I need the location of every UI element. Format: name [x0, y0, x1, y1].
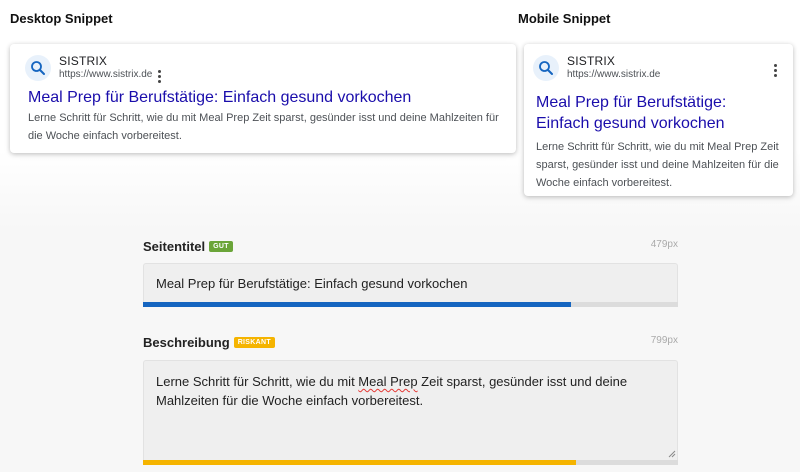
site-name: SISTRIX — [567, 54, 616, 68]
snippet-title-link[interactable]: Meal Prep für Berufstätige: Einfach gesu… — [28, 87, 508, 108]
snippet-description: Lerne Schritt für Schritt, wie du mit Me… — [536, 141, 779, 189]
description-length-meter — [143, 460, 678, 465]
search-icon — [25, 55, 51, 81]
title-length-meter — [143, 302, 678, 307]
site-name: SISTRIX — [59, 54, 108, 68]
status-badge-good: GUT — [209, 241, 233, 252]
site-url: https://www.sistrix.de — [567, 69, 661, 80]
description-pixel-count: 799px — [650, 335, 678, 346]
more-options-icon[interactable] — [772, 64, 778, 77]
mobile-snippet-heading: Mobile Snippet — [518, 11, 611, 26]
more-options-icon[interactable] — [156, 70, 162, 83]
description-field-label: Beschreibung RISKANT — [143, 335, 275, 350]
description-text-start: Lerne Schritt für Schritt, wie du mit — [156, 374, 359, 389]
mobile-snippet-card: SISTRIX https://www.sistrix.de Meal Prep… — [524, 44, 793, 196]
title-input[interactable]: Meal Prep für Berufstätige: Einfach gesu… — [143, 263, 678, 302]
resize-handle-icon[interactable] — [668, 450, 676, 458]
title-field-label: Seitentitel GUT — [143, 239, 233, 254]
description-textarea[interactable]: Lerne Schritt für Schritt, wie du mit Me… — [143, 360, 678, 460]
snippet-title-link[interactable]: Meal Prep für Berufstätige: Einfach gesu… — [536, 92, 781, 134]
title-meter-fill — [143, 302, 571, 307]
snippet-description: Lerne Schritt für Schritt, wie du mit Me… — [28, 112, 499, 142]
desktop-snippet-heading: Desktop Snippet — [10, 11, 113, 26]
title-label-text: Seitentitel — [143, 239, 206, 254]
desktop-snippet-card: SISTRIX https://www.sistrix.de Meal Prep… — [10, 44, 516, 153]
title-pixel-count: 479px — [650, 239, 678, 250]
description-label-text: Beschreibung — [143, 335, 230, 350]
description-meter-fill — [143, 460, 577, 465]
status-badge-risky: RISKANT — [233, 337, 275, 348]
search-icon — [533, 55, 559, 81]
site-url: https://www.sistrix.de — [59, 69, 153, 80]
spellcheck-flagged-text: Meal Prep — [358, 374, 418, 389]
